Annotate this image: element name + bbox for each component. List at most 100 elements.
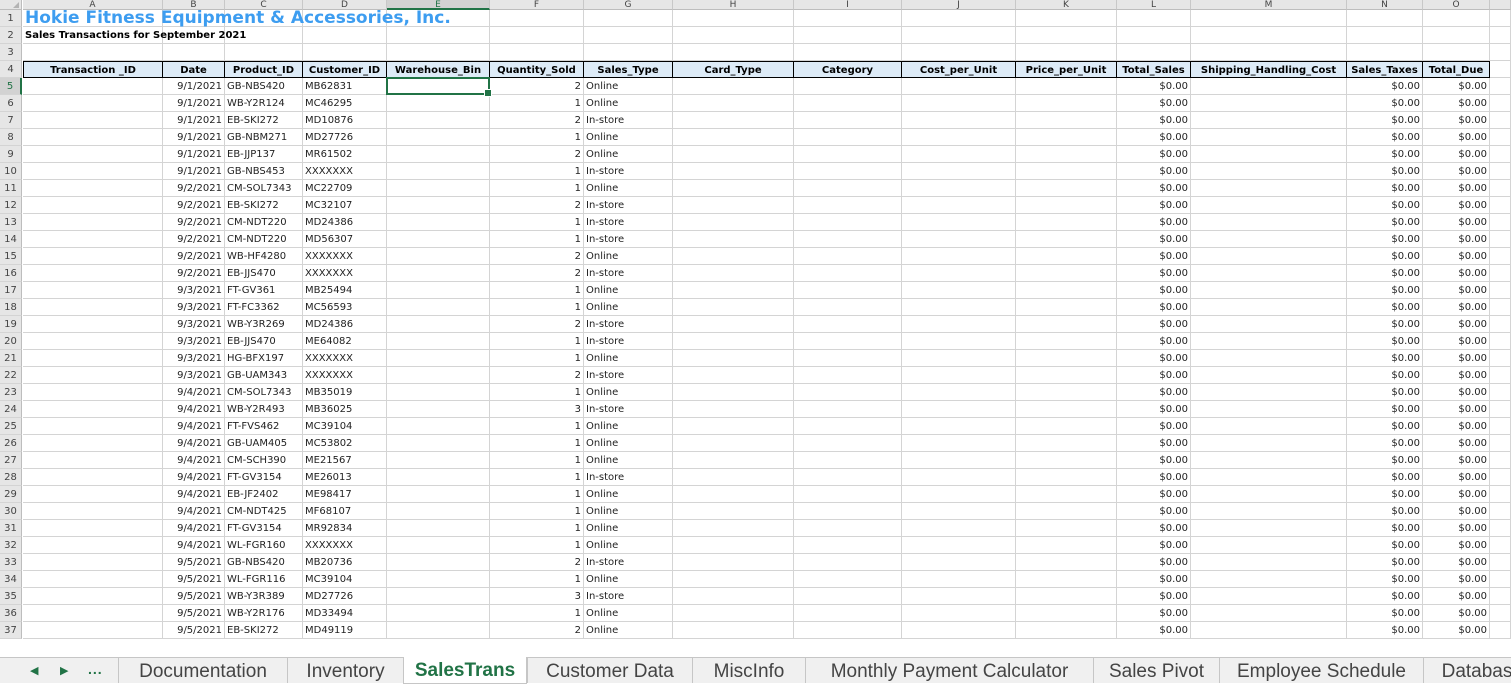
- quantity-sold-cell[interactable]: 3: [490, 401, 584, 418]
- price-per-unit-cell[interactable]: [1016, 452, 1117, 469]
- sales-taxes-cell[interactable]: $0.00: [1347, 435, 1423, 452]
- cell[interactable]: [1490, 248, 1511, 265]
- quantity-sold-cell[interactable]: 1: [490, 299, 584, 316]
- transaction-id-cell[interactable]: [23, 367, 163, 384]
- row-header[interactable]: 34: [0, 571, 22, 588]
- total-sales-cell[interactable]: $0.00: [1117, 197, 1191, 214]
- shipping-handling-cell[interactable]: [1191, 537, 1347, 554]
- sales-taxes-cell[interactable]: $0.00: [1347, 622, 1423, 639]
- card-type-cell[interactable]: [673, 265, 794, 282]
- cell[interactable]: [1423, 10, 1490, 27]
- customer-id-cell[interactable]: MB25494: [303, 282, 387, 299]
- cell[interactable]: [584, 44, 673, 61]
- cost-per-unit-cell[interactable]: [902, 418, 1016, 435]
- price-per-unit-cell[interactable]: [1016, 571, 1117, 588]
- cell[interactable]: [23, 44, 163, 61]
- cell[interactable]: [1490, 350, 1511, 367]
- row-header[interactable]: 29: [0, 486, 22, 503]
- total-due-cell[interactable]: $0.00: [1423, 452, 1490, 469]
- transaction-id-cell[interactable]: [23, 146, 163, 163]
- sheet-tab-databas[interactable]: Databas: [1423, 658, 1511, 683]
- row-header[interactable]: 31: [0, 520, 22, 537]
- cell[interactable]: [490, 27, 584, 44]
- total-sales-cell[interactable]: $0.00: [1117, 469, 1191, 486]
- customer-id-cell[interactable]: MD10876: [303, 112, 387, 129]
- cell[interactable]: [1490, 418, 1511, 435]
- card-type-cell[interactable]: [673, 129, 794, 146]
- date-cell[interactable]: 9/5/2021: [163, 554, 225, 571]
- sales-type-cell[interactable]: In-store: [584, 469, 673, 486]
- cell[interactable]: [1016, 27, 1117, 44]
- warehouse-bin-cell[interactable]: [387, 469, 490, 486]
- warehouse-bin-cell[interactable]: [387, 367, 490, 384]
- cell[interactable]: [1191, 44, 1347, 61]
- card-type-cell[interactable]: [673, 197, 794, 214]
- column-header-m[interactable]: M: [1191, 0, 1347, 10]
- warehouse-bin-cell[interactable]: [387, 537, 490, 554]
- transaction-id-cell[interactable]: [23, 435, 163, 452]
- row-header[interactable]: 14: [0, 231, 22, 248]
- product-id-cell[interactable]: WB-Y2R493: [225, 401, 303, 418]
- total-due-cell[interactable]: $0.00: [1423, 503, 1490, 520]
- row-header[interactable]: 24: [0, 401, 22, 418]
- total-sales-cell[interactable]: $0.00: [1117, 418, 1191, 435]
- sales-type-cell[interactable]: Online: [584, 384, 673, 401]
- transaction-id-cell[interactable]: [23, 503, 163, 520]
- warehouse-bin-cell[interactable]: [387, 129, 490, 146]
- row-header[interactable]: 37: [0, 622, 22, 639]
- shipping-handling-cell[interactable]: [1191, 418, 1347, 435]
- cell[interactable]: [1016, 44, 1117, 61]
- product-id-cell[interactable]: EB-SKI272: [225, 112, 303, 129]
- sales-type-cell[interactable]: Online: [584, 418, 673, 435]
- warehouse-bin-cell[interactable]: [387, 112, 490, 129]
- customer-id-cell[interactable]: MD27726: [303, 129, 387, 146]
- sales-type-cell[interactable]: Online: [584, 622, 673, 639]
- product-id-cell[interactable]: CM-NDT220: [225, 231, 303, 248]
- customer-id-cell[interactable]: ME64082: [303, 333, 387, 350]
- category-cell[interactable]: [794, 384, 902, 401]
- total-sales-cell[interactable]: $0.00: [1117, 605, 1191, 622]
- sales-taxes-cell[interactable]: $0.00: [1347, 95, 1423, 112]
- cell[interactable]: [794, 27, 902, 44]
- card-type-cell[interactable]: [673, 282, 794, 299]
- sales-type-cell[interactable]: In-store: [584, 163, 673, 180]
- card-type-cell[interactable]: [673, 588, 794, 605]
- shipping-handling-cell[interactable]: [1191, 197, 1347, 214]
- sheet-tab-salestrans[interactable]: SalesTrans: [403, 657, 527, 684]
- shipping-handling-cell[interactable]: [1191, 588, 1347, 605]
- shipping-handling-cell[interactable]: [1191, 129, 1347, 146]
- sales-type-cell[interactable]: In-store: [584, 231, 673, 248]
- sales-taxes-cell[interactable]: $0.00: [1347, 180, 1423, 197]
- row-header[interactable]: 7: [0, 112, 22, 129]
- date-cell[interactable]: 9/4/2021: [163, 469, 225, 486]
- category-cell[interactable]: [794, 588, 902, 605]
- transaction-id-cell[interactable]: [23, 299, 163, 316]
- quantity-sold-cell[interactable]: 1: [490, 571, 584, 588]
- cell[interactable]: [1490, 605, 1511, 622]
- total-sales-cell[interactable]: $0.00: [1117, 486, 1191, 503]
- sales-type-cell[interactable]: In-store: [584, 316, 673, 333]
- total-due-cell[interactable]: $0.00: [1423, 282, 1490, 299]
- warehouse-bin-cell[interactable]: [387, 163, 490, 180]
- transaction-id-cell[interactable]: [23, 605, 163, 622]
- warehouse-bin-cell[interactable]: [387, 401, 490, 418]
- sheet-tab-monthly-payment-calculator[interactable]: Monthly Payment Calculator: [805, 658, 1093, 683]
- date-cell[interactable]: 9/4/2021: [163, 520, 225, 537]
- quantity-sold-cell[interactable]: 3: [490, 588, 584, 605]
- sheet-tab-miscinfo[interactable]: MiscInfo: [692, 658, 805, 683]
- product-id-cell[interactable]: GB-UAM343: [225, 367, 303, 384]
- total-sales-cell[interactable]: $0.00: [1117, 299, 1191, 316]
- row-header[interactable]: 9: [0, 146, 22, 163]
- total-sales-cell[interactable]: $0.00: [1117, 231, 1191, 248]
- cost-per-unit-cell[interactable]: [902, 350, 1016, 367]
- warehouse-bin-cell[interactable]: [387, 316, 490, 333]
- sales-type-cell[interactable]: Online: [584, 299, 673, 316]
- price-per-unit-cell[interactable]: [1016, 333, 1117, 350]
- price-per-unit-cell[interactable]: [1016, 129, 1117, 146]
- price-per-unit-cell[interactable]: [1016, 282, 1117, 299]
- customer-id-cell[interactable]: MC32107: [303, 197, 387, 214]
- price-per-unit-cell[interactable]: [1016, 316, 1117, 333]
- sales-type-cell[interactable]: In-store: [584, 265, 673, 282]
- shipping-handling-cell[interactable]: [1191, 520, 1347, 537]
- warehouse-bin-cell[interactable]: [387, 299, 490, 316]
